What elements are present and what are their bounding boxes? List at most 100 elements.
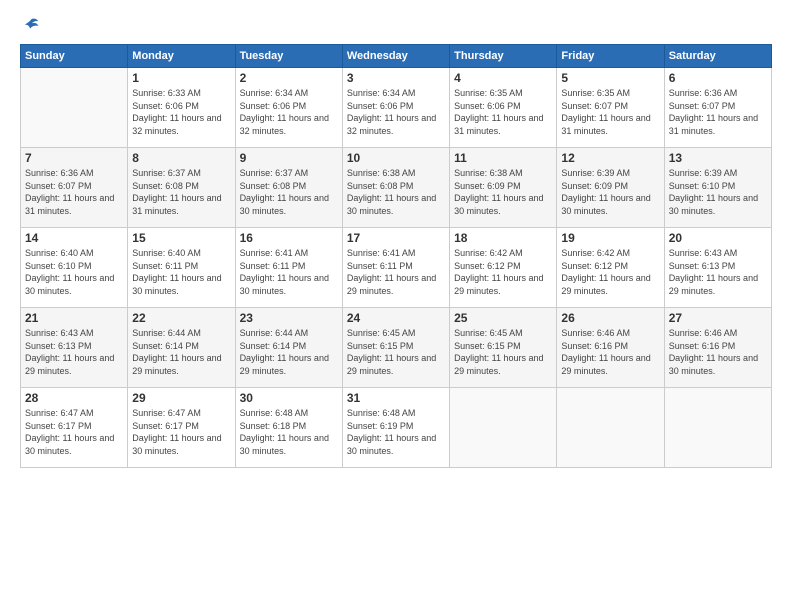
- day-info: Sunrise: 6:37 AMSunset: 6:08 PMDaylight:…: [132, 167, 230, 217]
- calendar-header-row: SundayMondayTuesdayWednesdayThursdayFrid…: [21, 45, 772, 68]
- day-info: Sunrise: 6:47 AMSunset: 6:17 PMDaylight:…: [132, 407, 230, 457]
- day-number: 12: [561, 151, 659, 165]
- calendar-cell: 28 Sunrise: 6:47 AMSunset: 6:17 PMDayligh…: [21, 388, 128, 468]
- day-number: 15: [132, 231, 230, 245]
- calendar-week-row: 7Sunrise: 6:36 AMSunset: 6:07 PMDaylight…: [21, 148, 772, 228]
- day-number: 17: [347, 231, 445, 245]
- day-number: 10: [347, 151, 445, 165]
- calendar-cell: 4 Sunrise: 6:35 AMSunset: 6:06 PMDaylight…: [450, 68, 557, 148]
- day-info: Sunrise: 6:40 AMSunset: 6:11 PMDaylight:…: [132, 247, 230, 297]
- weekday-header: Saturday: [664, 45, 771, 68]
- calendar-cell: 8Sunrise: 6:37 AMSunset: 6:08 PMDaylight…: [128, 148, 235, 228]
- day-info: Sunrise: 6:39 AMSunset: 6:10 PMDaylight:…: [669, 167, 767, 217]
- calendar-cell: 21 Sunrise: 6:43 AMSunset: 6:13 PMDayligh…: [21, 308, 128, 388]
- day-info: Sunrise: 6:37 AMSunset: 6:08 PMDaylight:…: [240, 167, 338, 217]
- weekday-header: Wednesday: [342, 45, 449, 68]
- day-info: Sunrise: 6:48 AMSunset: 6:19 PMDaylight:…: [347, 407, 445, 457]
- day-info: Sunrise: 6:35 AMSunset: 6:07 PMDaylight:…: [561, 87, 659, 137]
- day-info: Sunrise: 6:41 AMSunset: 6:11 PMDaylight:…: [240, 247, 338, 297]
- day-number: 31: [347, 391, 445, 405]
- calendar-week-row: 1Sunrise: 6:33 AMSunset: 6:06 PMDaylight…: [21, 68, 772, 148]
- weekday-header: Sunday: [21, 45, 128, 68]
- weekday-header: Monday: [128, 45, 235, 68]
- day-info: Sunrise: 6:34 AMSunset: 6:06 PMDaylight:…: [240, 87, 338, 137]
- day-number: 4: [454, 71, 552, 85]
- day-number: 5: [561, 71, 659, 85]
- day-info: Sunrise: 6:35 AMSunset: 6:06 PMDaylight:…: [454, 87, 552, 137]
- day-number: 23: [240, 311, 338, 325]
- day-info: Sunrise: 6:39 AMSunset: 6:09 PMDaylight:…: [561, 167, 659, 217]
- day-info: Sunrise: 6:45 AMSunset: 6:15 PMDaylight:…: [347, 327, 445, 377]
- day-number: 6: [669, 71, 767, 85]
- calendar-cell: [21, 68, 128, 148]
- calendar-cell: 22 Sunrise: 6:44 AMSunset: 6:14 PMDayligh…: [128, 308, 235, 388]
- calendar-cell: 23 Sunrise: 6:44 AMSunset: 6:14 PMDayligh…: [235, 308, 342, 388]
- day-number: 14: [25, 231, 123, 245]
- calendar-cell: 12 Sunrise: 6:39 AMSunset: 6:09 PMDayligh…: [557, 148, 664, 228]
- calendar-cell: 15 Sunrise: 6:40 AMSunset: 6:11 PMDayligh…: [128, 228, 235, 308]
- day-info: Sunrise: 6:47 AMSunset: 6:17 PMDaylight:…: [25, 407, 123, 457]
- day-info: Sunrise: 6:43 AMSunset: 6:13 PMDaylight:…: [669, 247, 767, 297]
- day-info: Sunrise: 6:36 AMSunset: 6:07 PMDaylight:…: [25, 167, 123, 217]
- calendar-cell: 19Sunrise: 6:42 AMSunset: 6:12 PMDayligh…: [557, 228, 664, 308]
- calendar-cell: 30 Sunrise: 6:48 AMSunset: 6:18 PMDayligh…: [235, 388, 342, 468]
- day-number: 21: [25, 311, 123, 325]
- day-number: 3: [347, 71, 445, 85]
- weekday-header: Thursday: [450, 45, 557, 68]
- day-info: Sunrise: 6:48 AMSunset: 6:18 PMDaylight:…: [240, 407, 338, 457]
- calendar-cell: 29 Sunrise: 6:47 AMSunset: 6:17 PMDayligh…: [128, 388, 235, 468]
- day-info: Sunrise: 6:38 AMSunset: 6:09 PMDaylight:…: [454, 167, 552, 217]
- calendar-cell: [664, 388, 771, 468]
- day-number: 13: [669, 151, 767, 165]
- day-number: 25: [454, 311, 552, 325]
- calendar-cell: 31 Sunrise: 6:48 AMSunset: 6:19 PMDayligh…: [342, 388, 449, 468]
- calendar-cell: 17 Sunrise: 6:41 AMSunset: 6:11 PMDayligh…: [342, 228, 449, 308]
- calendar-cell: 3 Sunrise: 6:34 AMSunset: 6:06 PMDaylight…: [342, 68, 449, 148]
- calendar-week-row: 21 Sunrise: 6:43 AMSunset: 6:13 PMDayligh…: [21, 308, 772, 388]
- day-info: Sunrise: 6:44 AMSunset: 6:14 PMDaylight:…: [132, 327, 230, 377]
- day-info: Sunrise: 6:43 AMSunset: 6:13 PMDaylight:…: [25, 327, 123, 377]
- day-number: 24: [347, 311, 445, 325]
- day-number: 18: [454, 231, 552, 245]
- day-number: 22: [132, 311, 230, 325]
- calendar-cell: 27Sunrise: 6:46 AMSunset: 6:16 PMDayligh…: [664, 308, 771, 388]
- calendar-cell: 26 Sunrise: 6:46 AMSunset: 6:16 PMDayligh…: [557, 308, 664, 388]
- calendar-cell: 13 Sunrise: 6:39 AMSunset: 6:10 PMDayligh…: [664, 148, 771, 228]
- weekday-header: Tuesday: [235, 45, 342, 68]
- day-number: 19: [561, 231, 659, 245]
- day-number: 26: [561, 311, 659, 325]
- logo-bird-icon: [22, 16, 40, 34]
- day-info: Sunrise: 6:40 AMSunset: 6:10 PMDaylight:…: [25, 247, 123, 297]
- day-number: 29: [132, 391, 230, 405]
- day-number: 28: [25, 391, 123, 405]
- day-number: 30: [240, 391, 338, 405]
- day-info: Sunrise: 6:44 AMSunset: 6:14 PMDaylight:…: [240, 327, 338, 377]
- day-info: Sunrise: 6:42 AMSunset: 6:12 PMDaylight:…: [454, 247, 552, 297]
- header: [20, 16, 772, 34]
- page: SundayMondayTuesdayWednesdayThursdayFrid…: [0, 0, 792, 612]
- calendar-cell: 1Sunrise: 6:33 AMSunset: 6:06 PMDaylight…: [128, 68, 235, 148]
- day-number: 11: [454, 151, 552, 165]
- day-number: 2: [240, 71, 338, 85]
- day-info: Sunrise: 6:38 AMSunset: 6:08 PMDaylight:…: [347, 167, 445, 217]
- calendar-cell: [557, 388, 664, 468]
- day-number: 9: [240, 151, 338, 165]
- day-number: 16: [240, 231, 338, 245]
- day-info: Sunrise: 6:34 AMSunset: 6:06 PMDaylight:…: [347, 87, 445, 137]
- calendar-cell: 14 Sunrise: 6:40 AMSunset: 6:10 PMDayligh…: [21, 228, 128, 308]
- calendar-cell: [450, 388, 557, 468]
- calendar-cell: 6 Sunrise: 6:36 AMSunset: 6:07 PMDaylight…: [664, 68, 771, 148]
- logo: [20, 16, 40, 34]
- calendar-table: SundayMondayTuesdayWednesdayThursdayFrid…: [20, 44, 772, 468]
- day-info: Sunrise: 6:46 AMSunset: 6:16 PMDaylight:…: [669, 327, 767, 377]
- day-info: Sunrise: 6:46 AMSunset: 6:16 PMDaylight:…: [561, 327, 659, 377]
- calendar-cell: 20Sunrise: 6:43 AMSunset: 6:13 PMDayligh…: [664, 228, 771, 308]
- calendar-cell: 5 Sunrise: 6:35 AMSunset: 6:07 PMDaylight…: [557, 68, 664, 148]
- calendar-cell: 7Sunrise: 6:36 AMSunset: 6:07 PMDaylight…: [21, 148, 128, 228]
- day-number: 1: [132, 71, 230, 85]
- calendar-cell: 10 Sunrise: 6:38 AMSunset: 6:08 PMDayligh…: [342, 148, 449, 228]
- calendar-cell: 16 Sunrise: 6:41 AMSunset: 6:11 PMDayligh…: [235, 228, 342, 308]
- day-info: Sunrise: 6:41 AMSunset: 6:11 PMDaylight:…: [347, 247, 445, 297]
- day-info: Sunrise: 6:36 AMSunset: 6:07 PMDaylight:…: [669, 87, 767, 137]
- calendar-cell: 11 Sunrise: 6:38 AMSunset: 6:09 PMDayligh…: [450, 148, 557, 228]
